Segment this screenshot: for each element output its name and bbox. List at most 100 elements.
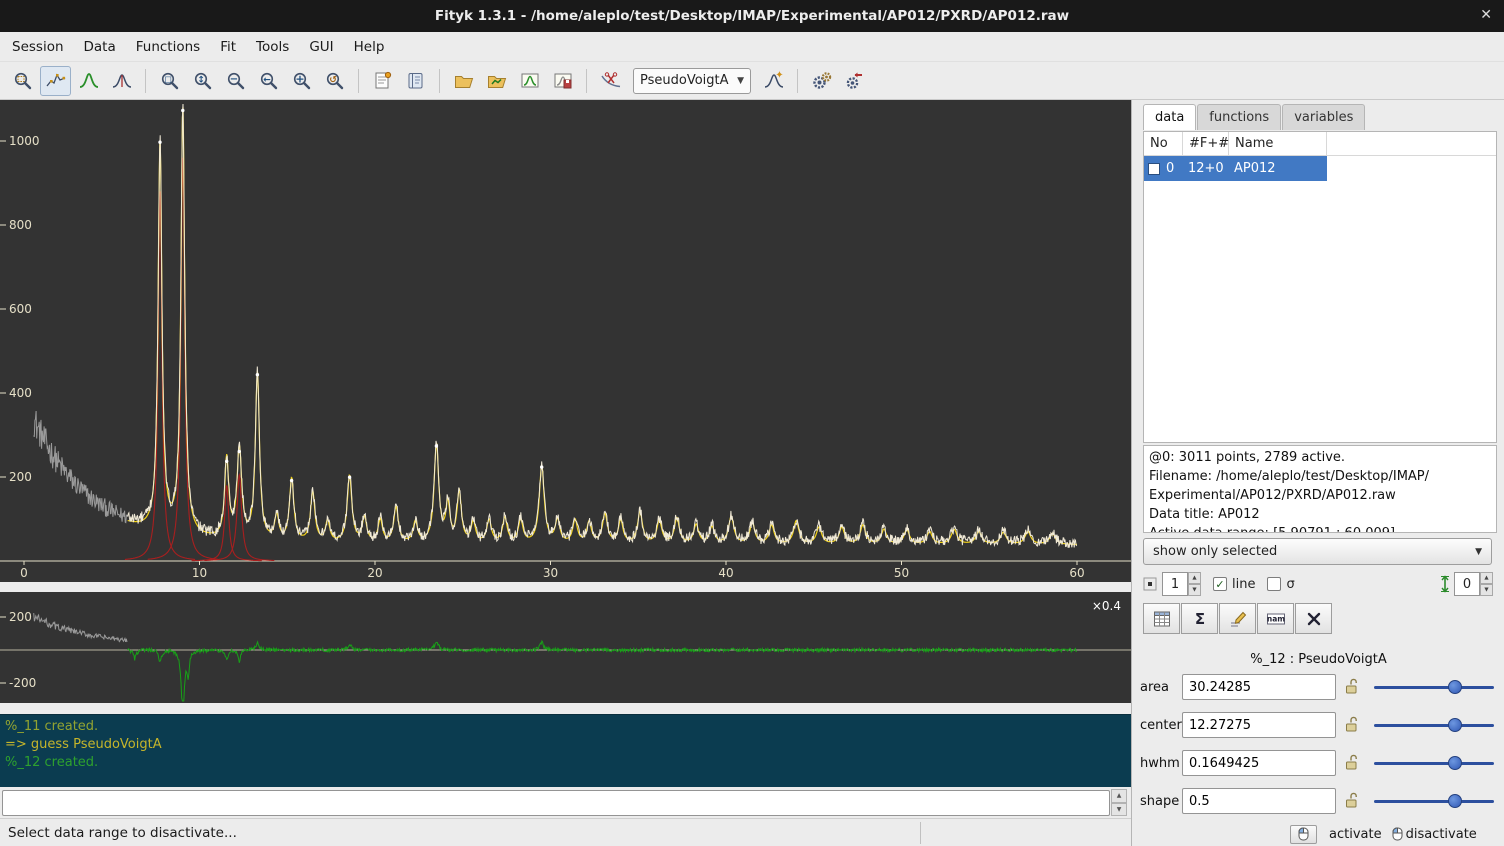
info-line: @0: 3011 points, 2789 active. — [1149, 448, 1491, 467]
strip-background-button[interactable] — [595, 66, 626, 96]
tab-variables[interactable]: variables — [1282, 104, 1365, 130]
shift-icon — [1439, 575, 1451, 593]
console-line: %_11 created. — [5, 718, 1126, 736]
frame-chart-icon — [519, 70, 541, 92]
stepper-down-icon[interactable]: ▼ — [1188, 584, 1201, 596]
param-shape-slider[interactable] — [1374, 792, 1494, 810]
column-header-functions[interactable]: #F+# — [1183, 132, 1229, 155]
menu-help[interactable]: Help — [344, 34, 395, 60]
add-peak-mode-button[interactable] — [73, 66, 104, 96]
statistics-button[interactable]: Σ — [1181, 603, 1218, 634]
row-checkbox[interactable] — [1148, 163, 1160, 175]
zoom-in-button[interactable]: + — [286, 66, 317, 96]
stepper-up-icon[interactable]: ▲ — [1480, 572, 1493, 584]
mouse-hint-button[interactable] — [1290, 825, 1317, 844]
console-line: %_12 created. — [5, 754, 1126, 772]
auto-add-icon: ✦ — [763, 70, 785, 92]
column-header-no[interactable]: No — [1144, 132, 1183, 155]
zoom-previous-button[interactable]: ← — [253, 66, 284, 96]
point-size-stepper[interactable]: 1 ▲▼ — [1162, 572, 1201, 596]
open-padlock-icon[interactable] — [1344, 792, 1360, 810]
console-line: => guess PseudoVoigtA — [5, 736, 1126, 754]
zoom-mode-button[interactable] — [7, 66, 38, 96]
command-history-scroll[interactable]: ▲ ▼ — [1111, 789, 1127, 816]
open-padlock-icon[interactable] — [1344, 754, 1360, 772]
column-header-name[interactable]: Name — [1229, 132, 1327, 155]
fit-button[interactable] — [806, 66, 837, 96]
param-label: center — [1132, 718, 1178, 733]
statusbar: Select data range to disactivate... — [0, 818, 1131, 846]
tab-functions[interactable]: functions — [1197, 104, 1281, 130]
menu-fit[interactable]: Fit — [210, 34, 246, 60]
delete-button[interactable] — [1295, 603, 1332, 634]
line-checkbox[interactable]: ✓ line — [1213, 577, 1255, 592]
close-icon[interactable]: ✕ — [1480, 7, 1492, 23]
open-data-button[interactable] — [448, 66, 479, 96]
rename-button[interactable]: nam — [1257, 603, 1294, 634]
function-type-dropdown[interactable]: PseudoVoigtA▼ — [633, 68, 751, 94]
menu-data[interactable]: Data — [74, 34, 126, 60]
sigma-icon: Σ — [1189, 608, 1211, 630]
add-function-mode-button[interactable] — [106, 66, 137, 96]
magnifier-minus-icon: − — [225, 70, 247, 92]
edit-data-button[interactable] — [1219, 603, 1256, 634]
param-label: shape — [1132, 794, 1178, 809]
table-row[interactable]: 0 12+0 AP012 — [1144, 156, 1327, 181]
open-padlock-icon[interactable] — [1344, 716, 1360, 734]
session-log-button[interactable] — [400, 66, 431, 96]
open-session-button[interactable] — [481, 66, 512, 96]
zoom-auto-button[interactable]: ↺ — [319, 66, 350, 96]
param-row-center: center — [1132, 710, 1504, 740]
menu-gui[interactable]: GUI — [299, 34, 343, 60]
line-checkbox-label: line — [1232, 577, 1255, 592]
zoom-vertical-button[interactable]: ↕ — [187, 66, 218, 96]
slider-handle[interactable] — [1448, 718, 1462, 732]
stepper-up-icon[interactable]: ▲ — [1188, 572, 1201, 584]
row-no: 0 — [1160, 161, 1182, 176]
tab-data[interactable]: data — [1143, 104, 1196, 130]
undo-fit-button[interactable] — [839, 66, 870, 96]
param-label: area — [1132, 680, 1178, 695]
scroll-down-icon[interactable]: ▼ — [1111, 803, 1127, 817]
svg-text:Σ: Σ — [1194, 610, 1204, 628]
data-range-mode-button[interactable] — [40, 66, 71, 96]
main-plot[interactable]: 10008006004002000102030405060 — [0, 100, 1131, 582]
menu-tools[interactable]: Tools — [246, 34, 299, 60]
param-hwhm-input[interactable] — [1182, 750, 1336, 776]
param-hwhm-slider[interactable] — [1374, 754, 1494, 772]
save-session-button[interactable] — [547, 66, 578, 96]
data-sheet-button[interactable] — [1143, 603, 1180, 634]
open-padlock-icon[interactable] — [1344, 678, 1360, 696]
mouse-left-icon — [1392, 827, 1403, 841]
menu-session[interactable]: Session — [2, 34, 74, 60]
slider-handle[interactable] — [1448, 756, 1462, 770]
command-input[interactable] — [2, 790, 1110, 816]
menu-functions[interactable]: Functions — [126, 34, 210, 60]
shift-stepper[interactable]: 0 ▲▼ — [1454, 572, 1493, 596]
slider-handle[interactable] — [1448, 794, 1462, 808]
residual-plot[interactable]: 200-200×0.4 — [0, 592, 1131, 703]
auto-add-button[interactable]: ✦ — [758, 66, 789, 96]
export-plot-button[interactable] — [514, 66, 545, 96]
param-area-slider[interactable] — [1374, 678, 1494, 696]
filter-dropdown[interactable]: show only selected ▼ — [1143, 538, 1492, 565]
scroll-up-icon[interactable]: ▲ — [1111, 789, 1127, 803]
zoom-out-button[interactable]: − — [220, 66, 251, 96]
chevron-down-icon: ▼ — [737, 76, 744, 86]
plot-splitter[interactable] — [0, 582, 1131, 592]
toolbar-separator — [586, 69, 587, 93]
svg-text:↕: ↕ — [197, 75, 205, 85]
param-shape-input[interactable] — [1182, 788, 1336, 814]
param-center-input[interactable] — [1182, 712, 1336, 738]
param-center-slider[interactable] — [1374, 716, 1494, 734]
svg-text:400: 400 — [9, 386, 32, 400]
script-editor-button[interactable] — [367, 66, 398, 96]
zoom-all-button[interactable]: ◻ — [154, 66, 185, 96]
param-area-input[interactable] — [1182, 674, 1336, 700]
slider-handle[interactable] — [1448, 680, 1462, 694]
command-row: ▲ ▼ — [0, 787, 1131, 818]
peak-line-icon — [111, 70, 133, 92]
stepper-down-icon[interactable]: ▼ — [1480, 584, 1493, 596]
folder-chart-icon — [486, 70, 508, 92]
sigma-checkbox[interactable]: σ — [1267, 577, 1294, 592]
